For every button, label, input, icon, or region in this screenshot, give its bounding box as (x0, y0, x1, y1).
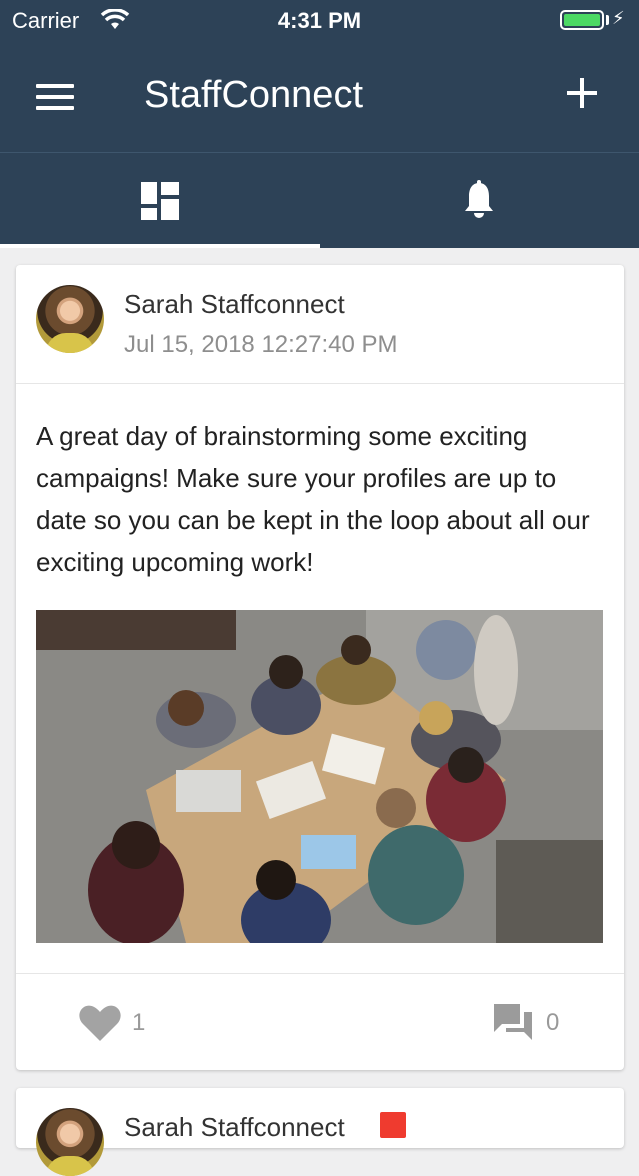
post-card: Sarah Staffconnect Jul 15, 2018 12:27:40… (16, 265, 624, 1070)
post-image[interactable] (36, 610, 603, 943)
status-time: 4:31 PM (277, 8, 362, 33)
tab-bar (0, 153, 639, 248)
add-post-button[interactable] (562, 74, 602, 114)
status-bar: Carrier 4:31 PM ⚡ (0, 0, 639, 44)
active-tab-indicator (0, 244, 320, 248)
footer-divider (16, 973, 624, 974)
app-header: StaffConnect (0, 44, 639, 153)
author-avatar[interactable] (36, 285, 104, 353)
bell-icon (465, 180, 493, 218)
tab-notifications[interactable] (320, 153, 639, 248)
app-title: StaffConnect (144, 74, 364, 116)
header-divider (16, 383, 624, 384)
battery-tip (606, 15, 609, 25)
like-count: 1 (132, 1009, 146, 1036)
author-avatar[interactable] (36, 1108, 104, 1176)
tab-feed[interactable] (0, 153, 320, 248)
red-flag-icon (380, 1112, 406, 1138)
post-author[interactable]: Sarah Staffconnect (124, 289, 345, 320)
hamburger-menu-icon[interactable] (36, 84, 74, 112)
post-body: A great day of brainstorming some exciti… (36, 421, 590, 577)
dashboard-grid-icon (141, 182, 179, 220)
post-author[interactable]: Sarah Staffconnect (124, 1112, 345, 1143)
heart-icon[interactable] (78, 1003, 122, 1043)
charging-icon: ⚡ (612, 8, 625, 28)
post-card: Sarah Staffconnect (16, 1088, 624, 1176)
comments-icon[interactable] (492, 1002, 534, 1042)
battery-icon (560, 10, 604, 30)
post-timestamp: Jul 15, 2018 12:27:40 PM (124, 331, 398, 358)
comment-count: 0 (546, 1009, 560, 1036)
